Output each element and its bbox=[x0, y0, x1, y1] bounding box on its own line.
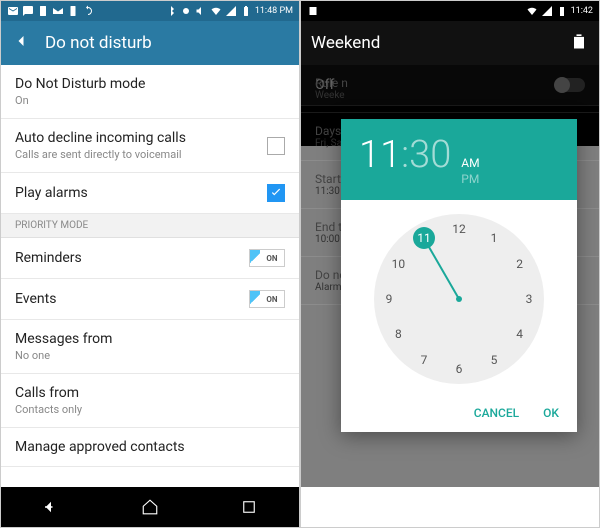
phone-left: 11:48 PM Do not disturb Do Not Disturb m… bbox=[0, 0, 300, 528]
chat-icon bbox=[22, 5, 34, 17]
sync-icon bbox=[82, 5, 94, 17]
signal-icon bbox=[225, 5, 237, 17]
nav-home-icon[interactable] bbox=[141, 498, 159, 516]
clock-number-12[interactable]: 12 bbox=[448, 218, 470, 240]
ok-button[interactable]: OK bbox=[543, 406, 559, 420]
minute-display[interactable]: 30 bbox=[409, 133, 451, 177]
play-alarms-checkbox[interactable] bbox=[267, 184, 285, 202]
manage-contacts-row[interactable]: Manage approved contacts bbox=[1, 428, 299, 467]
dnd-mode-row[interactable]: Do Not Disturb modeOn bbox=[1, 65, 299, 119]
header-right: Weekend bbox=[301, 21, 599, 65]
clock-number-6[interactable]: 6 bbox=[448, 358, 470, 380]
am-button[interactable]: AM bbox=[461, 156, 479, 170]
auto-decline-checkbox[interactable] bbox=[267, 137, 285, 155]
clock-number-1[interactable]: 1 bbox=[483, 227, 505, 249]
gmail-icon bbox=[52, 5, 64, 17]
settings-list: Do Not Disturb modeOn Auto decline incom… bbox=[1, 65, 299, 487]
time-picker-dialog: 11 : 30 AM PM 121234567891011 CANCEL OK bbox=[341, 119, 577, 432]
auto-decline-row[interactable]: Auto decline incoming callsCalls are sen… bbox=[1, 119, 299, 173]
calls-from-row[interactable]: Calls fromContacts only bbox=[1, 374, 299, 428]
clock-number-8[interactable]: 8 bbox=[387, 323, 409, 345]
sd-icon bbox=[307, 5, 319, 17]
phone-right: 11:42 Weekend Off Rule nWeeke DaysFri, S… bbox=[300, 0, 600, 528]
pm-button[interactable]: PM bbox=[461, 172, 479, 186]
clock-number-4[interactable]: 4 bbox=[509, 323, 531, 345]
battery-icon bbox=[556, 5, 568, 17]
signal-icon bbox=[541, 5, 553, 17]
nav-recents-icon[interactable] bbox=[240, 498, 258, 516]
priority-mode-section: PRIORITY MODE bbox=[1, 214, 299, 238]
mail-icon bbox=[7, 5, 19, 17]
messages-from-row[interactable]: Messages fromNo one bbox=[1, 320, 299, 374]
header-left: Do not disturb bbox=[1, 21, 299, 65]
time-header: 11 : 30 AM PM bbox=[341, 119, 577, 200]
hour-display[interactable]: 11 bbox=[359, 133, 401, 177]
page-title: Do not disturb bbox=[45, 33, 152, 53]
nav-bar-left bbox=[1, 487, 299, 527]
reminders-row[interactable]: Reminders ON bbox=[1, 238, 299, 279]
moon-icon bbox=[180, 5, 192, 17]
clock-number-2[interactable]: 2 bbox=[509, 253, 531, 275]
sim-icon bbox=[37, 5, 49, 17]
nav-back-icon[interactable] bbox=[42, 498, 60, 516]
events-row[interactable]: Events ON bbox=[1, 279, 299, 320]
events-toggle[interactable]: ON bbox=[249, 290, 285, 308]
status-time: 11:42 bbox=[571, 6, 593, 16]
clock-face[interactable]: 12 12 3 45678 9 1011 bbox=[374, 214, 544, 384]
clock-number-7[interactable]: 7 bbox=[413, 349, 435, 371]
status-bar-right: 11:42 bbox=[301, 1, 599, 21]
status-time: 11:48 PM bbox=[255, 6, 293, 16]
phone-icon bbox=[67, 5, 79, 17]
back-button[interactable] bbox=[11, 31, 31, 55]
cancel-button[interactable]: CANCEL bbox=[474, 406, 519, 420]
clock-hand bbox=[425, 241, 460, 299]
clock-number-11[interactable]: 11 bbox=[413, 227, 435, 249]
mute-icon bbox=[195, 5, 207, 17]
reminders-toggle[interactable]: ON bbox=[249, 249, 285, 267]
wifi-icon bbox=[210, 5, 222, 17]
status-bar-left: 11:48 PM bbox=[1, 1, 299, 21]
clock-number-3[interactable]: 3 bbox=[518, 288, 540, 310]
play-alarms-row[interactable]: Play alarms bbox=[1, 173, 299, 214]
delete-button[interactable] bbox=[569, 31, 589, 55]
clock-number-10[interactable]: 10 bbox=[387, 253, 409, 275]
battery-icon bbox=[240, 5, 252, 17]
clock-number-5[interactable]: 5 bbox=[483, 349, 505, 371]
wifi-icon bbox=[526, 5, 538, 17]
bt-icon bbox=[165, 5, 177, 17]
page-title: Weekend bbox=[311, 33, 380, 53]
clock-number-9[interactable]: 9 bbox=[378, 288, 400, 310]
